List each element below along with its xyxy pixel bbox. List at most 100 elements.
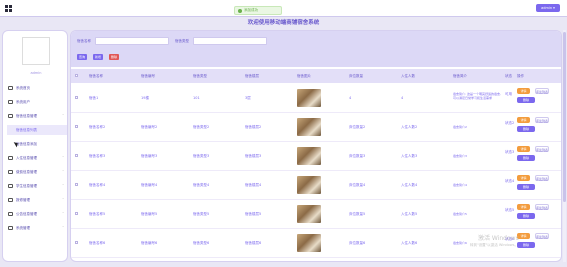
review-button[interactable]: 评论列表 — [535, 117, 549, 123]
cell-floor: 宿舍楼层3 — [245, 154, 262, 158]
sidebar-item-icon — [8, 212, 13, 216]
room-image — [297, 147, 321, 165]
delete-row-button[interactable]: 删除 — [517, 126, 535, 132]
sidebar-item-10[interactable]: 系统管理 ˅ — [7, 223, 67, 233]
room-image — [297, 89, 321, 107]
sidebar-item-label: 系统首页 — [16, 86, 30, 90]
search-name-input[interactable] — [95, 37, 169, 45]
cell-beds: 4 — [349, 96, 352, 100]
cell-people: 入住人数4 — [401, 183, 418, 187]
delete-button[interactable]: 删除 — [109, 54, 119, 60]
delete-row-button[interactable]: 删除 — [517, 242, 535, 248]
chevron-down-icon: ˅ — [62, 212, 64, 216]
view-button[interactable]: 详情 — [517, 88, 530, 94]
review-button[interactable]: 评论列表 — [535, 204, 549, 210]
cell-floor: 宿舍楼层5 — [245, 212, 262, 216]
row-checkbox[interactable] — [75, 212, 78, 215]
cell-name: 宿舍名称3 — [89, 154, 106, 158]
room-image — [297, 205, 321, 223]
th-type: 宿舍类型 — [193, 74, 207, 78]
admin-menu-button[interactable]: admin ▾ — [536, 4, 560, 12]
select-all-checkbox[interactable] — [75, 74, 78, 77]
cell-beds: 床位数量2 — [349, 125, 366, 129]
sidebar-item-label: 公告信息管理 — [16, 212, 37, 216]
view-button[interactable]: 详情 — [517, 117, 530, 123]
th-actions: 操作 — [517, 74, 524, 78]
menu-grid-icon[interactable] — [5, 5, 12, 12]
sidebar-item-label: 宿舍信息管理 — [16, 114, 37, 118]
th-image: 宿舍图片 — [297, 74, 311, 78]
view-button[interactable]: 详情 — [517, 204, 530, 210]
chevron-down-icon: ˅ — [62, 226, 64, 230]
cell-type: 101 — [193, 96, 200, 100]
table-row: 宿舍名称4 宿舍编号4 宿舍类型4 宿舍楼层4 床位数量4 入住人数4 宿舍简介4 状态4 详情… — [71, 171, 561, 200]
review-button[interactable]: 评论列表 — [535, 175, 549, 181]
sidebar-item-3[interactable]: 宿舍信息列表 — [7, 125, 67, 135]
chevron-down-icon: ˅ — [62, 170, 64, 174]
view-button[interactable]: 详情 — [517, 175, 530, 181]
sidebar-item-icon — [8, 114, 13, 118]
table-row: 宿舍名称2 宿舍编号2 宿舍类型2 宿舍楼层2 床位数量2 入住人数2 宿舍简介2 状态2 详情… — [71, 113, 561, 142]
th-floor: 宿舍楼层 — [245, 74, 259, 78]
search-area: 宿舍名称 宿舍类型 查询 新增 删除 — [71, 31, 561, 67]
chevron-down-icon: ˅ — [62, 198, 64, 202]
delete-row-button[interactable]: 删除 — [517, 213, 535, 219]
sidebar-item-icon — [8, 170, 13, 174]
scroll-thumb[interactable] — [563, 32, 566, 202]
cell-people: 入住人数2 — [401, 125, 418, 129]
cell-type: 宿舍类型6 — [193, 241, 210, 245]
sidebar-item-icon — [8, 226, 13, 230]
delete-row-button[interactable]: 删除 — [517, 155, 535, 161]
sidebar-item-1[interactable]: 系统用户 — [7, 97, 67, 107]
sidebar-item-6[interactable]: 缴费信息管理 ˅ — [7, 167, 67, 177]
cell-status: 状态4 — [505, 179, 515, 183]
add-button[interactable]: 新增 — [93, 54, 103, 60]
view-button[interactable]: 详情 — [517, 146, 530, 152]
sidebar-item-label: 入住信息管理 — [16, 156, 37, 160]
cell-name: 宿舍名称6 — [89, 241, 106, 245]
check-icon — [238, 9, 242, 13]
cell-beds: 床位数量3 — [349, 154, 366, 158]
review-button[interactable]: 评论列表 — [535, 233, 549, 239]
row-checkbox[interactable] — [75, 183, 78, 186]
review-button[interactable]: 评论列表 — [535, 146, 549, 152]
row-checkbox[interactable] — [75, 154, 78, 157]
main-panel: 宿舍名称 宿舍类型 查询 新增 删除 宿舍名称 宿舍编号 宿舍类型 宿舍楼层 宿… — [70, 30, 562, 262]
table-row: 宿舍1 19楼 101 3层 4 4 宿舍简介: 这是一个明亮舒适的宿舍, 可以满足日常学习… — [71, 84, 561, 113]
cell-people: 入住人数3 — [401, 154, 418, 158]
sidebar: admin 系统首页 系统用户 宿舍信息管理 ˄ 宿舍信息列表 宿舍信息添加 入住信息管理 ˅… — [2, 30, 68, 262]
th-status: 状态 — [505, 74, 512, 78]
sidebar-item-0[interactable]: 系统首页 — [7, 83, 67, 93]
cell-name: 宿舍1 — [89, 96, 99, 100]
cell-type: 宿舍类型4 — [193, 183, 210, 187]
sidebar-item-7[interactable]: 学生信息管理 ˅ — [7, 181, 67, 191]
sidebar-item-label: 报修管理 — [16, 198, 30, 202]
review-button[interactable]: 评论列表 — [535, 88, 549, 94]
cell-floor: 宿舍楼层6 — [245, 241, 262, 245]
table-header: 宿舍名称 宿舍编号 宿舍类型 宿舍楼层 宿舍图片 床位数量 入住人数 宿舍简介 … — [71, 69, 561, 83]
search-type-input[interactable] — [193, 37, 267, 45]
cell-code: 宿舍编号3 — [141, 154, 158, 158]
sidebar-item-8[interactable]: 报修管理 ˅ — [7, 195, 67, 205]
row-checkbox[interactable] — [75, 125, 78, 128]
row-checkbox[interactable] — [75, 241, 78, 244]
table-row: 宿舍名称5 宿舍编号5 宿舍类型5 宿舍楼层5 床位数量5 入住人数5 宿舍简介5 状态5 详情… — [71, 200, 561, 229]
scrollbar[interactable] — [563, 30, 566, 262]
sidebar-item-label: 学生信息管理 — [16, 184, 37, 188]
delete-row-button[interactable]: 删除 — [517, 184, 535, 190]
windows-watermark-sub: 转到"设置"以激活 Windows。 — [470, 243, 518, 247]
cell-intro: 宿舍简介5 — [453, 212, 467, 216]
th-people: 入住人数 — [401, 74, 415, 78]
row-checkbox[interactable] — [75, 96, 78, 99]
cell-people: 4 — [401, 96, 404, 100]
cell-floor: 3层 — [245, 96, 251, 100]
th-beds: 床位数量 — [349, 74, 363, 78]
sidebar-item-5[interactable]: 入住信息管理 ˅ — [7, 153, 67, 163]
cell-name: 宿舍名称2 — [89, 125, 106, 129]
sidebar-item-2[interactable]: 宿舍信息管理 ˄ — [7, 111, 67, 121]
delete-row-button[interactable]: 删除 — [517, 97, 535, 103]
sidebar-item-9[interactable]: 公告信息管理 ˅ — [7, 209, 67, 219]
cell-beds: 床位数量6 — [349, 241, 366, 245]
query-button[interactable]: 查询 — [77, 54, 87, 60]
cell-floor: 宿舍楼层4 — [245, 183, 262, 187]
